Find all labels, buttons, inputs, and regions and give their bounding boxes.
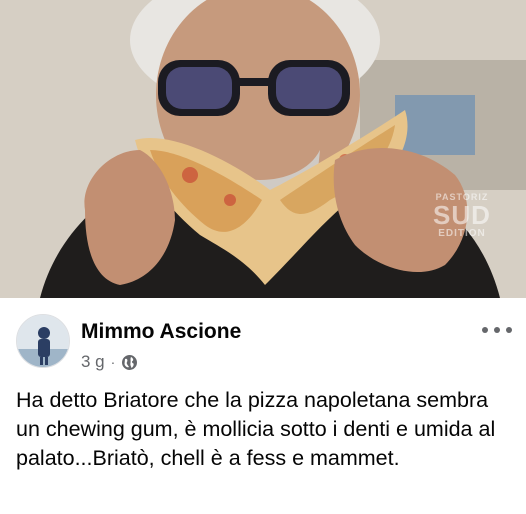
post-time[interactable]: 3 g <box>81 352 105 372</box>
avatar-image <box>17 315 69 367</box>
photo-illustration <box>0 0 526 298</box>
ellipsis-icon <box>506 327 512 333</box>
post-text: Ha detto Briatore che la pizza napoletan… <box>16 388 496 470</box>
ellipsis-icon <box>494 327 500 333</box>
post-photo[interactable]: PASTORIZ SUD EDITION <box>0 0 526 298</box>
post-meta: 3 g · <box>81 352 138 372</box>
more-options-button[interactable] <box>482 320 512 340</box>
globe-icon[interactable] <box>121 354 138 371</box>
post-card: Mimmo Ascione 3 g · Ha detto Briatore ch… <box>0 298 526 514</box>
ellipsis-icon <box>482 327 488 333</box>
author-name[interactable]: Mimmo Ascione <box>81 320 241 344</box>
avatar[interactable] <box>16 314 70 368</box>
meta-separator: · <box>110 354 116 370</box>
